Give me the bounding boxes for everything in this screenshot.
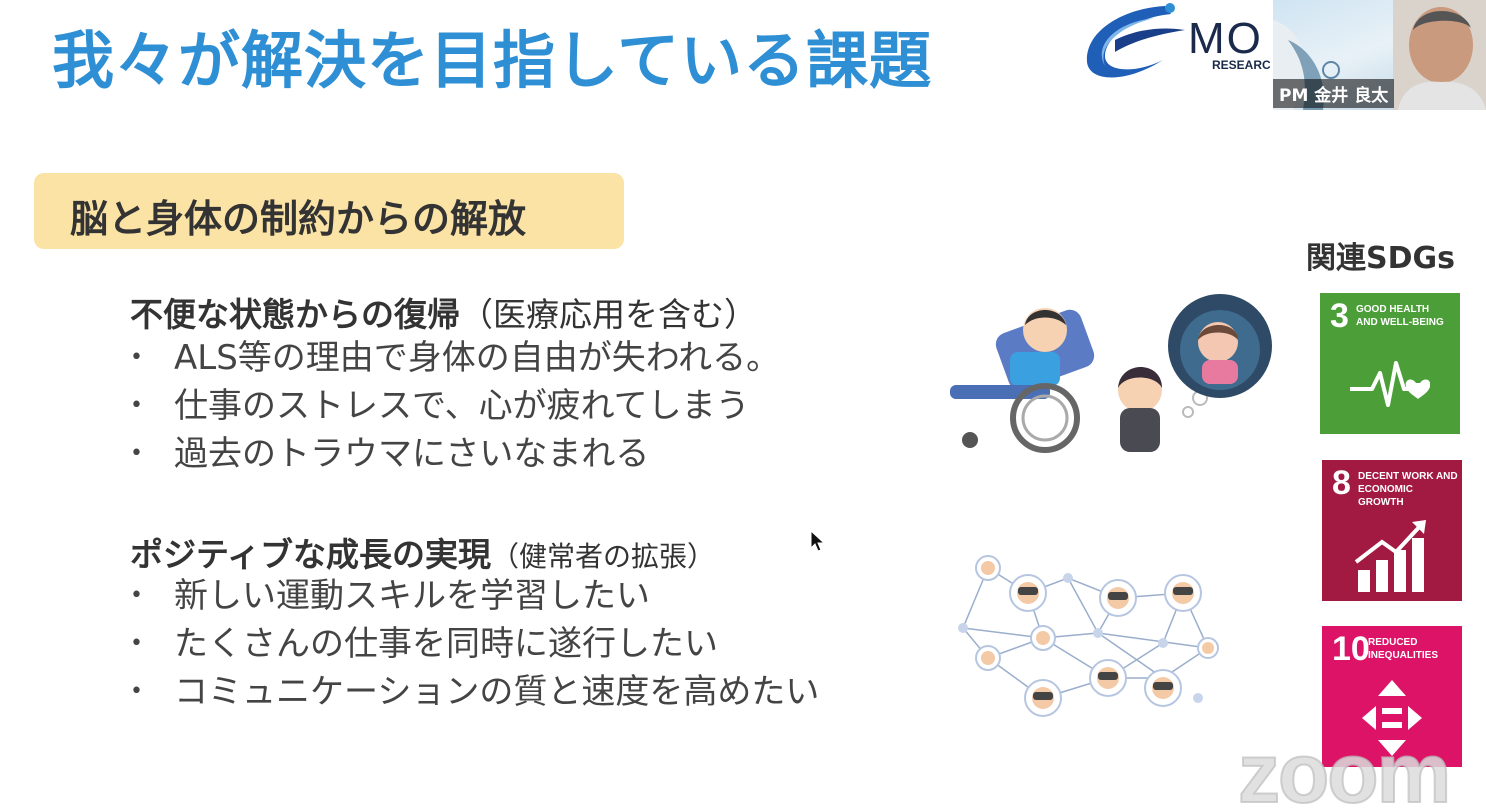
sdg-label: GOOD HEALTH AND WELL-BEING <box>1356 303 1456 329</box>
list-item: • コミュニケーションの質と速度を高めたい <box>130 668 819 716</box>
sdg-3-tile: 3 GOOD HEALTH AND WELL-BEING <box>1320 293 1460 434</box>
list-item: • 仕事のストレスで、心が疲れてしまう <box>130 382 780 430</box>
slide-title: 我々が解決を目指している課題 <box>52 24 933 97</box>
sdg-number: 3 <box>1330 297 1349 335</box>
block2-heading: ポジティブな成長の実現（健常者の拡張） <box>130 528 715 576</box>
sdg-label: REDUCED INEQUALITIES <box>1368 636 1462 662</box>
list-item-text: 仕事のストレスで、心が疲れてしまう <box>174 386 750 426</box>
logo-subtext: RESEARC <box>1212 58 1271 72</box>
sdg-number: 8 <box>1332 464 1351 502</box>
bullet-icon: • <box>130 441 143 466</box>
wheelchair-illustration <box>930 290 1280 464</box>
sdg-label-line2: INEQUALITIES <box>1368 650 1439 661</box>
vr-network-illustration <box>948 538 1228 742</box>
block1-heading-text: 不便な状態からの復帰 <box>130 295 460 334</box>
bullet-icon: • <box>130 583 143 608</box>
zoom-watermark: zoom <box>1237 725 1452 812</box>
list-item: • 新しい運動スキルを学習したい <box>130 572 819 620</box>
list-item-text: 新しい運動スキルを学習したい <box>174 576 650 616</box>
block1-list: • ALS等の理由で身体の自由が失われる。 • 仕事のストレスで、心が疲れてしまう … <box>130 334 780 478</box>
bullet-icon: • <box>130 345 143 370</box>
list-item-text: コミュニケーションの質と速度を高めたい <box>174 672 820 712</box>
list-item: • たくさんの仕事を同時に遂行したい <box>130 620 819 668</box>
list-item: • 過去のトラウマにさいなまれる <box>130 430 780 478</box>
block2-heading-text: ポジティブな成長の実現 <box>130 535 492 574</box>
bullet-icon: • <box>130 393 143 418</box>
bullet-icon: • <box>130 631 143 656</box>
sdg-label-line1: DECENT WORK AND <box>1358 471 1458 482</box>
sdg-8-tile: 8 DECENT WORK AND ECONOMIC GROWTH <box>1322 460 1462 601</box>
heartbeat-icon <box>1350 361 1430 407</box>
sdg-label: DECENT WORK AND ECONOMIC GROWTH <box>1358 470 1458 509</box>
block1-heading: 不便な状態からの復帰（医療応用を含む） <box>130 288 757 336</box>
block1-note: （医療応用を含む） <box>460 295 757 334</box>
list-item-text: ALS等の理由で身体の自由が失われる。 <box>174 338 781 378</box>
block2-list: • 新しい運動スキルを学習したい • たくさんの仕事を同時に遂行したい • コミュニケ… <box>130 572 819 716</box>
participant-name: PM 金井 良太 <box>1273 79 1395 108</box>
logo-text: MO <box>1188 14 1263 63</box>
sdg-label-line1: GOOD HEALTH <box>1356 304 1430 315</box>
sdg-number: 10 <box>1332 630 1370 668</box>
block2-note: （健常者の拡張） <box>491 540 716 573</box>
list-item-text: 過去のトラウマにさいなまれる <box>174 434 650 474</box>
bullet-icon: • <box>130 679 143 704</box>
mouse-cursor-icon <box>810 530 826 552</box>
section-title: 脳と身体の制約からの解放 <box>70 197 527 241</box>
growth-chart-icon <box>1354 520 1426 592</box>
list-item-text: たくさんの仕事を同時に遂行したい <box>174 624 718 664</box>
participant-video-tile[interactable]: PM 金井 良太 <box>1273 0 1486 110</box>
sdg-label-line2: AND WELL-BEING <box>1356 317 1444 328</box>
sdg-label-line1: REDUCED <box>1368 637 1418 648</box>
sdgs-label: 関連SDGs <box>1306 241 1455 276</box>
list-item: • ALS等の理由で身体の自由が失われる。 <box>130 334 780 382</box>
sdg-label-line2: ECONOMIC GROWTH <box>1358 484 1413 508</box>
